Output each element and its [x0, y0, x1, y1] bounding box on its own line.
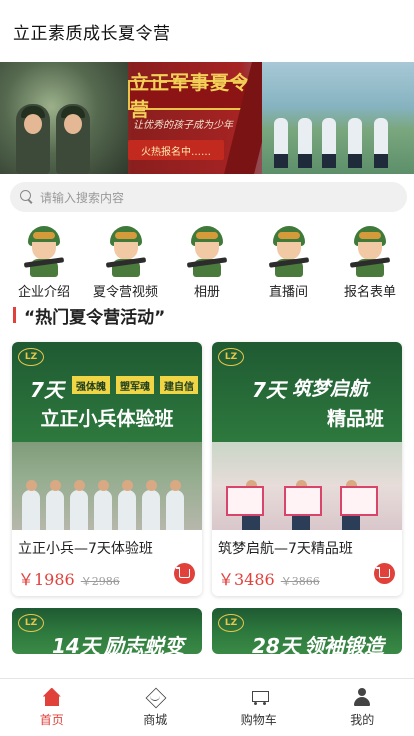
banner-left-photo — [0, 62, 128, 174]
product-card[interactable]: LZ 7天 强体魄 塑军魂 建自信 立正小兵体验班 立正小兵—7天体验班 ￥19… — [12, 342, 202, 596]
category-label: 直播间 — [268, 285, 308, 300]
poster-days: 14天 — [52, 634, 100, 654]
banner-student — [298, 118, 312, 168]
tab-me[interactable]: 我的 — [311, 679, 414, 736]
category-label: 报名表单 — [343, 285, 396, 300]
product-poster: LZ 7天 强体魄 塑军魂 建自信 立正小兵体验班 — [12, 342, 202, 530]
soldier-avatar-icon — [348, 226, 392, 277]
category-signup-form[interactable]: 报名表单 — [330, 226, 410, 300]
category-live-room[interactable]: 直播间 — [249, 226, 329, 300]
category-camp-videos[interactable]: 夏令营视频 — [86, 226, 166, 300]
product-price: ￥1986 — [18, 570, 75, 589]
tab-mall[interactable]: 商城 — [104, 679, 208, 736]
app-header: 立正素质成长夏令营 — [0, 0, 414, 62]
mall-icon — [144, 688, 166, 706]
product-name: 筑梦启航—7天精品班 — [218, 541, 353, 557]
category-label: 夏令营视频 — [92, 285, 158, 300]
brand-logo: LZ — [218, 614, 244, 632]
banner-student — [348, 118, 362, 168]
poster-tag: 塑军魂 — [116, 376, 154, 394]
soldier-avatar-icon — [185, 226, 229, 277]
banner-slogan: 立正军事夏令营 — [130, 72, 251, 121]
cart-icon — [248, 688, 270, 706]
product-poster: LZ 14天 励志蜕变 — [12, 608, 202, 654]
section-header: “热门夏令营活动” — [0, 302, 414, 328]
cart-icon — [376, 567, 390, 578]
category-nav: 企业介绍 夏令营视频 相册 直播间 报名表单 — [0, 218, 414, 300]
search-input[interactable]: 请输入搜索内容 — [10, 182, 407, 212]
category-label: 相册 — [193, 285, 220, 300]
poster-name: 励志蜕变 — [104, 634, 184, 654]
product-grid: LZ 7天 强体魄 塑军魂 建自信 立正小兵体验班 立正小兵—7天体验班 ￥19… — [0, 328, 414, 654]
banner-kid — [56, 104, 90, 174]
banner-kid — [16, 104, 50, 174]
bottom-tab-bar: 首页 商城 购物车 我的 — [0, 678, 414, 736]
banner-student — [322, 118, 336, 168]
cart-icon — [176, 567, 190, 578]
section-accent-bar — [13, 307, 16, 323]
add-to-cart-button[interactable] — [174, 563, 195, 584]
banner-student — [274, 118, 288, 168]
brand-logo: LZ — [18, 614, 44, 632]
poster-tag: 强体魄 — [72, 376, 110, 394]
search-placeholder: 请输入搜索内容 — [40, 190, 125, 205]
poster-name: 精品班 — [326, 408, 384, 430]
banner-subtitle: 让优秀的孩子成为少年 — [133, 120, 233, 131]
tab-label: 购物车 — [240, 712, 277, 727]
product-card[interactable]: LZ 14天 励志蜕变 — [12, 608, 202, 654]
category-company-intro[interactable]: 企业介绍 — [4, 226, 84, 300]
tab-label: 商城 — [143, 712, 168, 727]
product-poster: LZ 28天 领袖锻造 — [212, 608, 402, 654]
category-album[interactable]: 相册 — [167, 226, 247, 300]
tab-label: 首页 — [39, 712, 64, 727]
search-icon — [20, 190, 34, 204]
product-old-price: ￥2986 — [80, 575, 120, 588]
soldier-avatar-icon — [22, 226, 66, 277]
search-bar-wrap: 请输入搜索内容 — [0, 174, 414, 218]
banner-cta[interactable]: 火热报名中…… — [128, 140, 224, 160]
poster-photo — [12, 442, 202, 530]
product-poster: LZ 7天 筑梦启航 精品班 — [212, 342, 402, 530]
page-title: 立正素质成长夏令营 — [13, 23, 171, 44]
section-title: “热门夏令营活动” — [24, 307, 166, 328]
product-name: 立正小兵—7天体验班 — [18, 541, 153, 557]
add-to-cart-button[interactable] — [374, 563, 395, 584]
poster-days: 28天 — [252, 634, 300, 654]
banner-student — [374, 118, 388, 168]
banner-slogan-box: 立正军事夏令营 — [128, 72, 258, 121]
tab-label: 我的 — [350, 712, 375, 727]
user-icon — [352, 687, 372, 706]
promo-banner[interactable]: 立正军事夏令营 让优秀的孩子成为少年 火热报名中…… — [0, 62, 414, 174]
brand-logo: LZ — [18, 348, 44, 366]
tab-home[interactable]: 首页 — [0, 679, 104, 736]
category-label: 企业介绍 — [17, 285, 70, 300]
product-price: ￥3486 — [218, 570, 275, 589]
poster-photo — [212, 442, 402, 530]
banner-right-photo — [262, 62, 414, 174]
product-card[interactable]: LZ 28天 领袖锻造 — [212, 608, 402, 654]
poster-tag: 建自信 — [160, 376, 198, 394]
home-icon — [42, 688, 62, 706]
product-old-price: ￥3866 — [280, 575, 320, 588]
brand-logo: LZ — [218, 348, 244, 366]
poster-name: 领袖锻造 — [304, 634, 384, 654]
soldier-avatar-icon — [267, 226, 311, 277]
poster-name: 立正小兵体验班 — [40, 408, 174, 430]
poster-title: 筑梦启航 — [292, 378, 369, 400]
poster-days: 7天 — [30, 378, 64, 402]
product-card[interactable]: LZ 7天 筑梦启航 精品班 筑梦启航—7天精品班 ￥3486 ￥3866 — [212, 342, 402, 596]
poster-days: 7天 — [252, 378, 286, 402]
tab-cart[interactable]: 购物车 — [207, 679, 311, 736]
soldier-avatar-icon — [104, 226, 148, 277]
